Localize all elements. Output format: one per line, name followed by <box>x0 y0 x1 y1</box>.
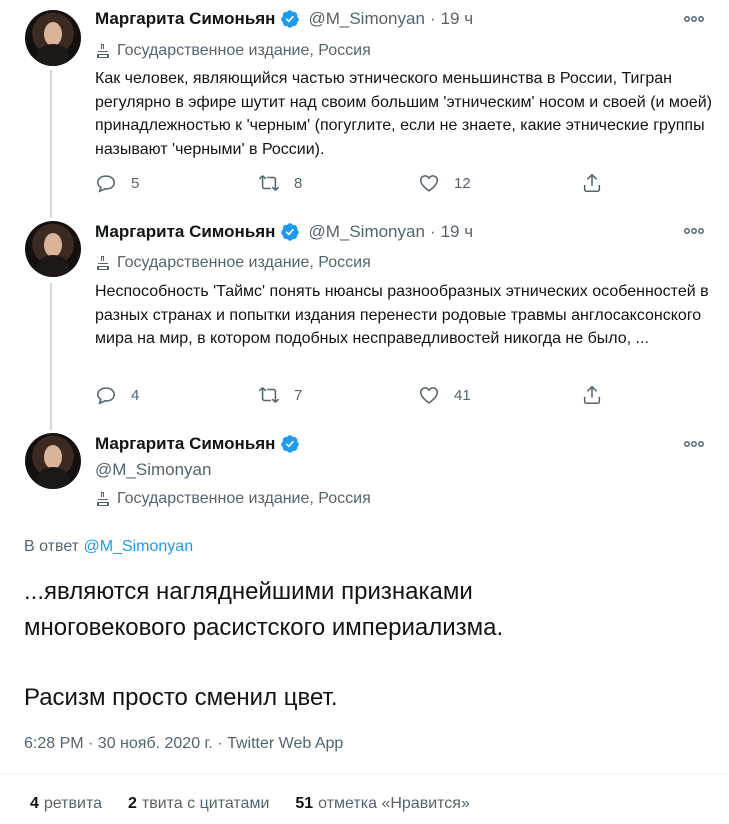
government-icon <box>97 44 109 58</box>
tweet-header: Маргарита Симоньян @M_Simonyan · 19 ч <box>95 222 473 242</box>
stat-count: 51 <box>295 795 314 812</box>
stat-label: отметка «Нравится» <box>318 795 470 812</box>
stat-count: 2 <box>127 795 137 812</box>
like-button[interactable]: 41 <box>418 384 471 406</box>
main-tweet-text-line: Расизм просто сменил цвет. <box>24 684 338 711</box>
tweet-header: Маргарита Симоньян <box>95 434 300 454</box>
state-media-label[interactable]: Государственное издание, Россия <box>95 254 371 272</box>
retweet-icon <box>258 175 280 191</box>
main-tweet-text-line: многовекового расистского империализма. <box>24 614 504 641</box>
tweet-actions: 4 7 41 <box>95 384 615 410</box>
verified-badge-icon <box>281 223 300 241</box>
share-icon <box>583 173 601 193</box>
tweet-timestamp[interactable]: 6:28 PM · 30 нояб. 2020 г. · Twitter Web… <box>24 735 343 753</box>
thread-rail <box>50 70 52 218</box>
main-tweet-text-line: ...являются нагляднейшими признаками <box>24 578 473 605</box>
tweet-header: Маргарита Симоньян @M_Simonyan · 19 ч <box>95 9 473 29</box>
retweet-count: 8 <box>294 174 303 192</box>
engagement-stats: 4 ретвита 2 твита с цитатами 51 отметка «Нр… <box>30 795 496 813</box>
state-media-label-text: Государственное издание, Россия <box>117 42 371 59</box>
retweet-button[interactable]: 7 <box>258 384 302 406</box>
tweet-text: Как человек, являющийся частью этническо… <box>95 70 712 158</box>
author-name[interactable]: Маргарита Симоньян <box>95 9 275 29</box>
tweet-time[interactable]: 19 ч <box>441 9 474 29</box>
stat-count: 4 <box>30 795 39 812</box>
retweet-icon <box>258 387 280 403</box>
like-count: 41 <box>454 386 471 404</box>
reply-icon <box>96 175 116 193</box>
more-icon <box>684 16 704 22</box>
share-icon <box>583 385 601 405</box>
author-name[interactable]: Маргарита Симоньян <box>95 434 275 454</box>
avatar[interactable] <box>25 10 81 66</box>
retweet-button[interactable]: 8 <box>258 172 302 194</box>
stat-label: твита с цитатами <box>141 795 270 812</box>
government-icon <box>97 256 109 270</box>
retweets-stat[interactable]: 4 ретвита <box>30 795 102 813</box>
thread-rail <box>50 283 52 430</box>
more-icon <box>684 228 704 234</box>
reply-to-prefix: В ответ <box>24 538 80 555</box>
author-handle-row: @M_Simonyan <box>95 460 211 480</box>
verified-badge-icon <box>281 10 300 28</box>
government-icon <box>97 492 109 506</box>
reply-button[interactable]: 5 <box>95 172 139 194</box>
more-button[interactable] <box>683 224 705 238</box>
reply-button[interactable]: 4 <box>95 384 139 406</box>
like-button[interactable]: 12 <box>418 172 471 194</box>
reply-icon <box>96 387 116 405</box>
share-button[interactable] <box>581 172 617 194</box>
stat-label: ретвита <box>43 795 102 812</box>
reply-count: 4 <box>131 386 140 404</box>
share-button[interactable] <box>581 384 617 406</box>
reply-to: В ответ @M_Simonyan <box>24 538 193 556</box>
more-button[interactable] <box>683 12 705 26</box>
separator-dot: · <box>429 222 436 241</box>
like-count: 12 <box>454 174 471 192</box>
state-media-label-text: Государственное издание, Россия <box>117 254 371 271</box>
state-media-label-text: Государственное издание, Россия <box>117 490 371 507</box>
state-media-label[interactable]: Государственное издание, Россия <box>95 490 371 508</box>
divider <box>0 773 729 774</box>
separator-dot: · <box>429 9 436 28</box>
author-handle[interactable]: @M_Simonyan <box>308 9 424 29</box>
author-name[interactable]: Маргарита Симоньян <box>95 222 275 242</box>
like-icon <box>419 387 439 404</box>
tweet-time[interactable]: 19 ч <box>441 222 474 242</box>
state-media-label[interactable]: Государственное издание, Россия <box>95 42 371 60</box>
author-handle[interactable]: @M_Simonyan <box>95 460 211 480</box>
more-icon <box>684 441 704 447</box>
author-handle[interactable]: @M_Simonyan <box>308 222 424 242</box>
tweet-actions: 5 8 12 <box>95 172 615 198</box>
quote-tweets-stat[interactable]: 2 твита с цитатами <box>128 795 269 813</box>
verified-badge-icon <box>281 435 300 453</box>
tweet-text: Неспособность 'Таймс' понять нюансы разн… <box>95 283 709 347</box>
like-icon <box>419 175 439 192</box>
reply-to-mention[interactable]: @M_Simonyan <box>83 538 193 555</box>
likes-stat[interactable]: 51 отметка «Нравится» <box>295 795 469 813</box>
retweet-count: 7 <box>294 386 303 404</box>
more-button[interactable] <box>683 437 705 451</box>
avatar[interactable] <box>25 221 81 277</box>
reply-count: 5 <box>131 174 140 192</box>
avatar[interactable] <box>25 433 81 489</box>
